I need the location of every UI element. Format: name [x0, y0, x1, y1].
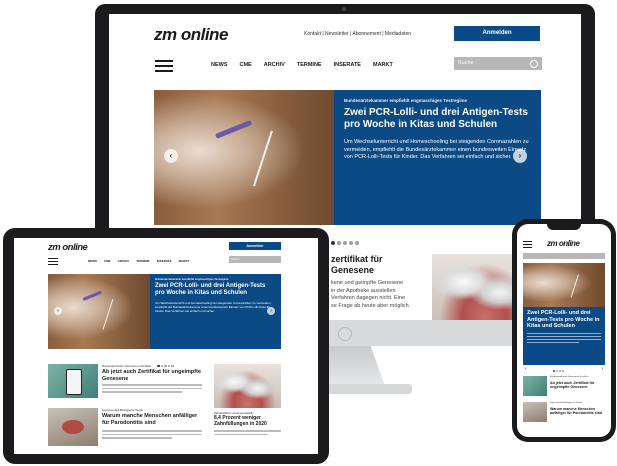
- phone-hero-title: Zwei PCR-Lolli- und drei Antigen-Tests p…: [527, 310, 600, 329]
- tablet-teaser-1-kicker: Bundesapotheker-Genesenen-Zertifikat: [102, 364, 151, 368]
- phone-hero-teaser[interactable]: Zwei PCR-Lolli- und drei Antigen-Tests p…: [523, 307, 605, 365]
- tablet-login-button[interactable]: Anmelden: [229, 242, 281, 250]
- second-teaser-title-line1: zertifikat für: [331, 254, 383, 264]
- second-teaser-line2: in der Apotheke ausstellen: [331, 287, 396, 294]
- nav-archiv[interactable]: ARCHIV: [264, 62, 285, 68]
- carousel-next-button[interactable]: ›: [513, 149, 527, 163]
- login-button[interactable]: Anmelden: [454, 26, 540, 41]
- phone-prev-icon[interactable]: ‹: [525, 366, 527, 372]
- test-tube: [215, 119, 253, 139]
- tablet-teaser-2-kicker: Experimentell-Biologische Studie: [102, 408, 143, 412]
- hero-body: Um Wechselunterricht und Homeschooling b…: [344, 139, 529, 160]
- tablet-nav-inserate[interactable]: INSERATE: [157, 259, 172, 263]
- second-teaser-line4: se Frage ab heute aber möglich.: [331, 302, 411, 309]
- site-logo[interactable]: zm online: [154, 25, 228, 45]
- tablet-teaser-2-body-lines: [102, 430, 202, 439]
- phone-carousel-nav: ‹ ›: [523, 366, 605, 374]
- phone-teaser-2-kicker: Experimentell-Biologische Studie: [550, 402, 582, 404]
- lolli-swab: [253, 130, 273, 187]
- tablet-search-input[interactable]: Suche: [229, 256, 281, 263]
- top-link-mediadaten[interactable]: Mediadaten: [385, 31, 411, 37]
- second-teaser-line1: kene und geimpfte Genesene: [331, 280, 404, 286]
- carousel-prev-button[interactable]: ‹: [164, 149, 178, 163]
- phone-teaser-2-title: Warum manche Menschen anfälliger für Par…: [550, 407, 603, 416]
- dental-treatment-image: [48, 408, 98, 446]
- phone-lolli-swab: [570, 274, 579, 298]
- tablet-nav-termine[interactable]: TERMINE: [136, 259, 150, 263]
- tablet-logo[interactable]: zm online: [48, 242, 88, 253]
- phone-app-image: [48, 364, 98, 398]
- tablet-hero-title: Zwei PCR-Lolli- und drei Antigen-Tests p…: [155, 283, 266, 296]
- nav-markt[interactable]: MARKT: [373, 62, 393, 68]
- phone-teaser-1[interactable]: Bundesapotheker-Genesenen-Zertifikat Ab …: [523, 376, 605, 398]
- menu-icon[interactable]: [155, 60, 173, 75]
- tablet-hero-teaser[interactable]: Bundesärztekammer empfiehlt engmaschiges…: [150, 274, 281, 349]
- carousel-dots[interactable]: [331, 232, 361, 250]
- phone-search-input[interactable]: [523, 253, 605, 259]
- tablet-side-teaser[interactable]: Zahnärztliche Leistungsstatistik 8,4 Pro…: [214, 364, 281, 450]
- nav-news[interactable]: NEWS: [211, 62, 228, 68]
- top-links: Kontakt | Newsletter | Abonnement | Medi…: [304, 31, 412, 37]
- tablet-teeth-image: [214, 364, 281, 408]
- tablet-device: zm online Anmelden NEWS CME ARCHIV TERMI…: [3, 228, 329, 464]
- search-placeholder: Suche: [458, 60, 474, 66]
- tablet-next-button[interactable]: ›: [267, 307, 275, 315]
- phone-next-icon[interactable]: ›: [601, 366, 603, 372]
- tablet-teaser-1[interactable]: Bundesapotheker-Genesenen-Zertifikat Ab …: [48, 364, 208, 400]
- tablet-teaser-1-title: Ab jetzt auch Zertifikat für ungeimpfte …: [102, 369, 202, 382]
- phone-teaser-1-image: [523, 376, 547, 396]
- tablet-side-teaser-title: 8,4 Prozent weniger Zahnfüllungen in 202…: [214, 415, 267, 427]
- nav-termine[interactable]: TERMINE: [297, 62, 322, 68]
- phone-notch: [547, 224, 581, 230]
- second-teaser-text[interactable]: zertifikat für Genesene kene und geimpft…: [331, 254, 431, 310]
- top-link-abonnement[interactable]: Abonnement: [352, 31, 380, 37]
- search-input[interactable]: Suche: [454, 57, 542, 70]
- top-link-kontakt[interactable]: Kontakt: [304, 31, 321, 37]
- phone-teaser-2-image: [523, 402, 547, 422]
- tablet-screen: zm online Anmelden NEWS CME ARCHIV TERMI…: [14, 238, 318, 454]
- tablet-nav-markt[interactable]: MARKT: [179, 259, 190, 263]
- phone-in-hand-icon: [66, 369, 82, 395]
- tablet-teaser-2-title: Warum manche Menschen anfälliger für Par…: [102, 413, 198, 426]
- phone-menu-icon[interactable]: [523, 241, 532, 251]
- tablet-teaser-1-body-lines: [102, 384, 202, 393]
- tablet-search-placeholder: Suche: [231, 257, 240, 261]
- phone-logo[interactable]: zm online: [547, 239, 580, 248]
- tablet-hero-image: [48, 274, 150, 349]
- second-teaser-line3: Verfahren dagegen nicht. Eine: [331, 295, 406, 301]
- phone-carousel-dots[interactable]: [553, 368, 566, 374]
- hero-teaser[interactable]: Bundesärztekammer empfiehlt engmaschiges…: [334, 90, 541, 225]
- tablet-hero-kicker: Bundesärztekammer empfiehlt engmaschiges…: [155, 278, 229, 281]
- phone-teaser-2[interactable]: Experimentell-Biologische Studie Warum m…: [523, 402, 605, 424]
- tablet-menu-icon[interactable]: [48, 258, 58, 268]
- tablet-nav-news[interactable]: NEWS: [88, 259, 97, 263]
- power-button: [338, 327, 352, 341]
- phone-teaser-1-title: Ab jetzt auch Zertifikat für ungeimpfte …: [550, 381, 595, 390]
- second-teaser-title-line2: Genesene: [331, 265, 375, 275]
- search-icon[interactable]: [530, 59, 538, 68]
- phone-hero-image: [523, 263, 605, 307]
- tablet-nav-cme[interactable]: CME: [104, 259, 111, 263]
- tablet-lolli-swab: [102, 298, 114, 330]
- hero-image: [154, 90, 334, 225]
- tablet-nav: NEWS CME ARCHIV TERMINE INSERATE MARKT: [88, 259, 189, 263]
- phone-screen: zm online Zwei PCR-Lolli- und drei Antig…: [517, 224, 611, 437]
- nav-inserate[interactable]: INSERATE: [334, 62, 361, 68]
- tablet-test-tube: [82, 290, 103, 301]
- camera-dot: [342, 7, 346, 11]
- top-link-newsletter[interactable]: Newsletter: [325, 31, 349, 37]
- main-nav: NEWS CME ARCHIV TERMINE INSERATE MARKT: [211, 62, 393, 68]
- tablet-prev-button[interactable]: ‹: [54, 307, 62, 315]
- nav-cme[interactable]: CME: [240, 62, 252, 68]
- tablet-teaser-2[interactable]: Experimentell-Biologische Studie Warum m…: [48, 408, 208, 448]
- tablet-nav-archiv[interactable]: ARCHIV: [118, 259, 130, 263]
- phone-teaser-1-kicker: Bundesapotheker-Genesenen-Zertifikat: [550, 376, 589, 378]
- tablet-hero-body: Um Wechselunterricht und Homeschooling b…: [155, 301, 272, 313]
- hero-title: Zwei PCR-Lolli- und drei Antigen-Tests p…: [344, 107, 528, 130]
- phone-device: zm online Zwei PCR-Lolli- und drei Antig…: [512, 219, 616, 442]
- hero-kicker: Bundesärztekammer empfiehlt engmaschiges…: [344, 98, 467, 103]
